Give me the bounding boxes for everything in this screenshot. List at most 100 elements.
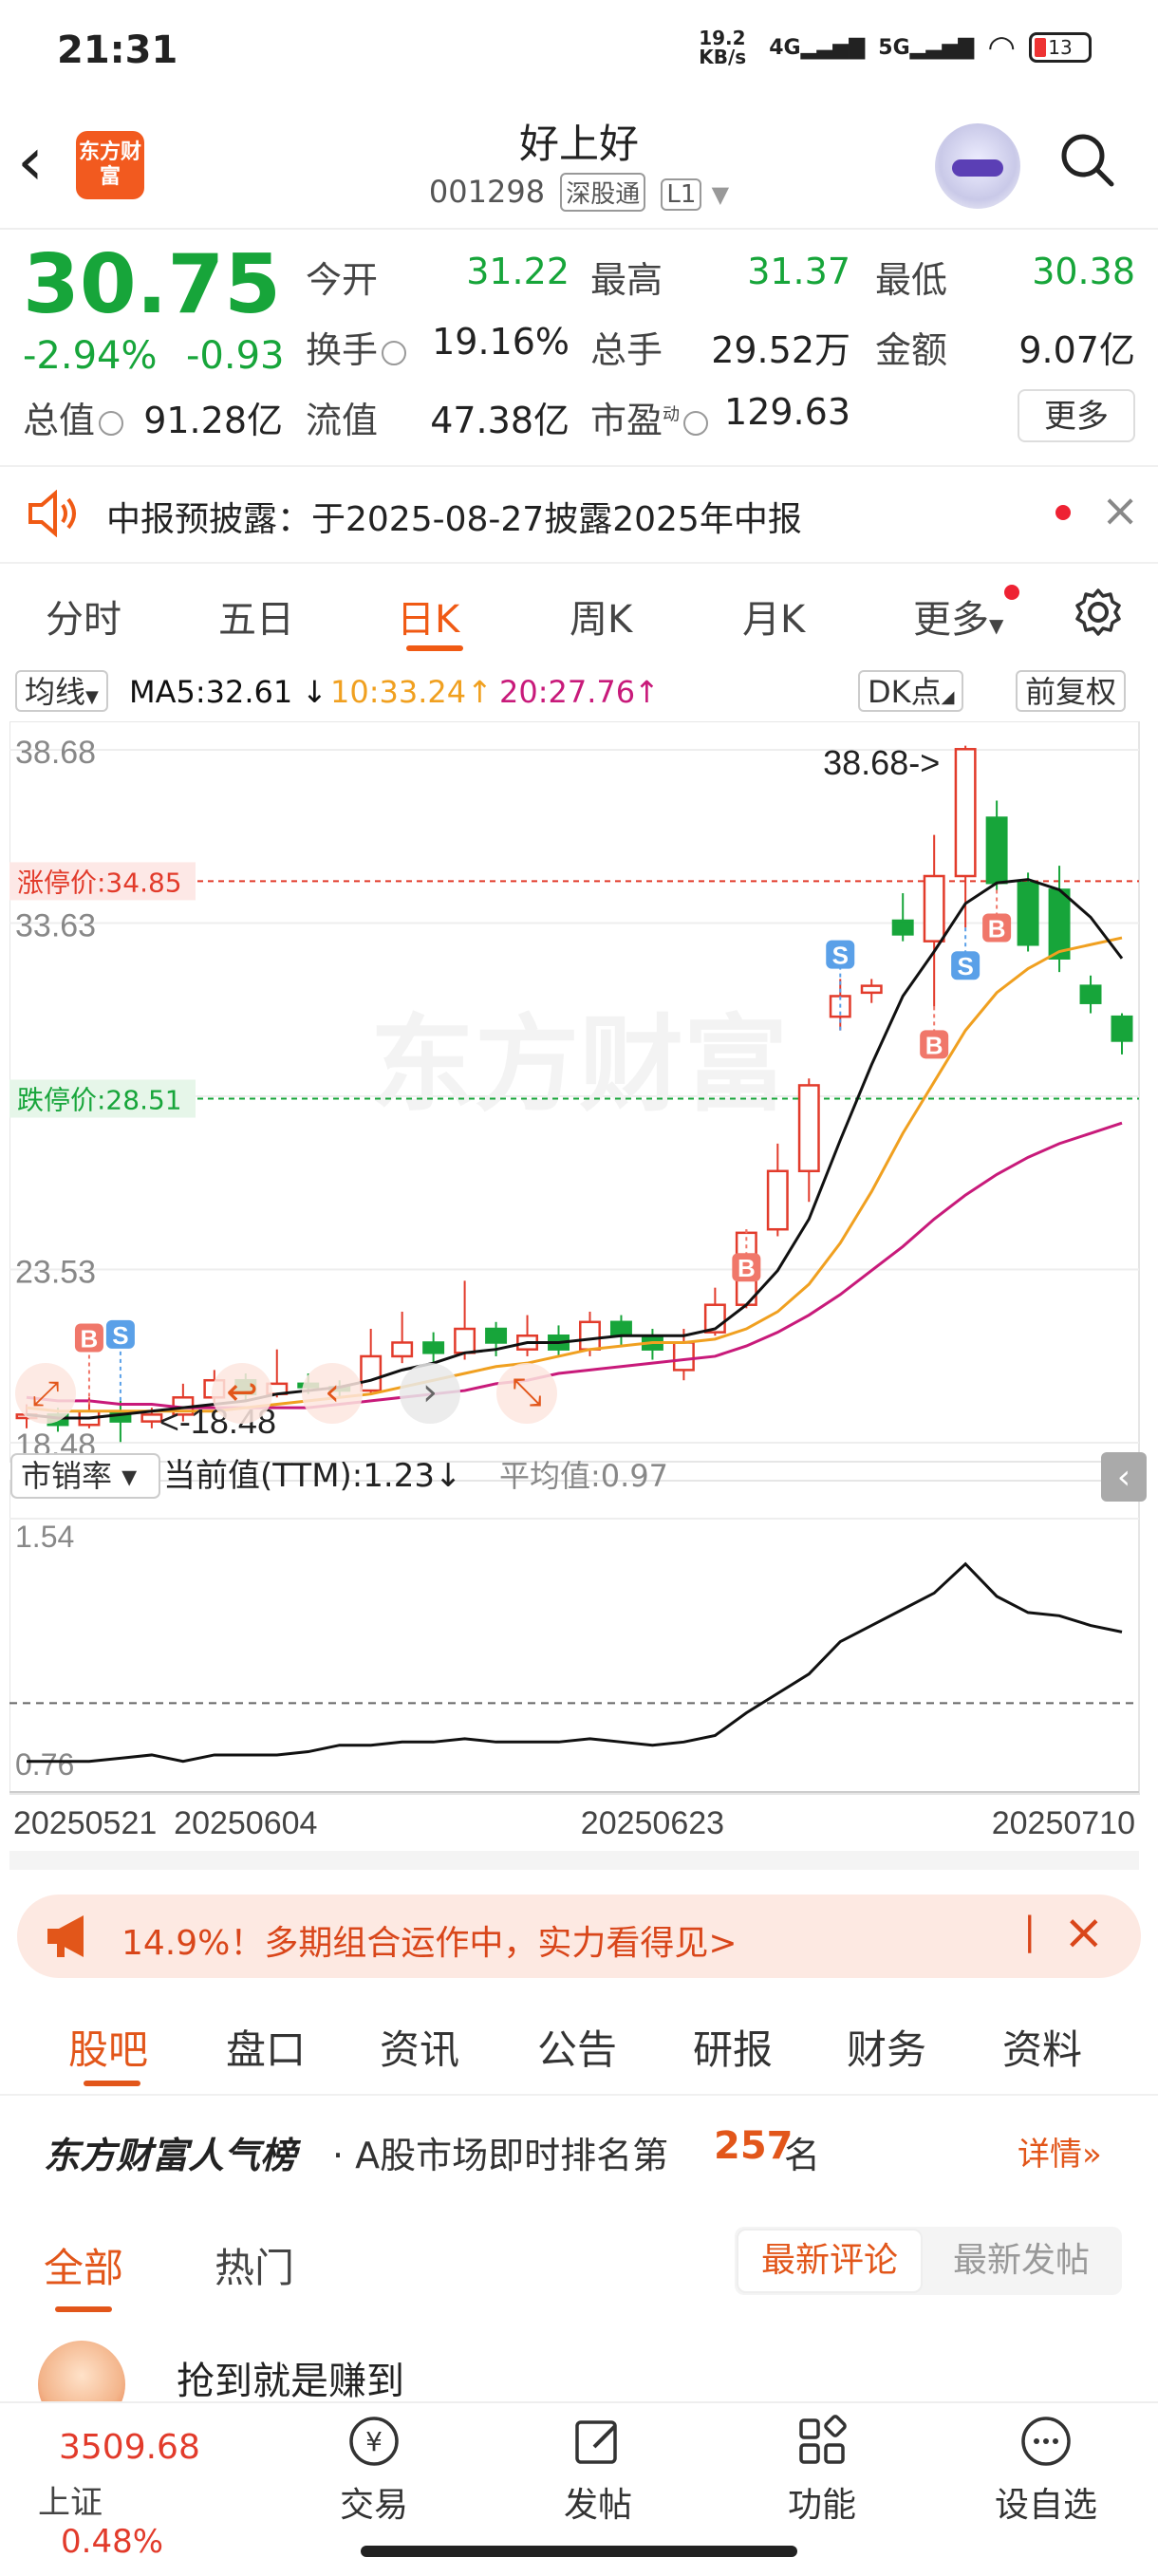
candle-body xyxy=(360,1354,383,1392)
chart-period-tabs: 分时 五日 日K 周K 月K 更多▼ xyxy=(0,569,1158,661)
high-label: 最高 xyxy=(590,259,663,301)
volume-value: 29.52万 xyxy=(711,329,850,371)
info-icon[interactable] xyxy=(382,340,407,365)
search-icon[interactable] xyxy=(1058,131,1115,188)
tab-guba[interactable]: 股吧 xyxy=(68,2018,148,2076)
turnover-value: 19.16% xyxy=(432,321,570,363)
pe-value: 129.63 xyxy=(724,391,850,433)
banner-close-icon[interactable]: × xyxy=(1063,1904,1105,1961)
turnover-label: 换手 xyxy=(306,321,407,373)
ma-selector[interactable]: 均线▼ xyxy=(15,670,108,712)
index-widget[interactable]: 3509.68 上证 0.48% xyxy=(38,2428,228,2561)
notice-dot xyxy=(1055,505,1071,520)
sell-marker-text: S xyxy=(832,942,849,970)
tab-announcement[interactable]: 公告 xyxy=(537,2018,617,2076)
tab-monthly-k[interactable]: 月K xyxy=(742,588,805,644)
undo-icon: ↩ xyxy=(226,1371,258,1414)
candle-body xyxy=(797,1084,820,1173)
grid-icon xyxy=(799,2415,847,2464)
tab-finance[interactable]: 财务 xyxy=(847,2018,926,2076)
ma5-down-arrow-icon: ↓ xyxy=(302,674,327,710)
x-tick-label: 20250623 xyxy=(581,1805,724,1841)
notice-bar[interactable]: 中报预披露：于2025-08-27披露2025年中报 × xyxy=(0,465,1158,564)
buy-marker-text: B xyxy=(925,1031,943,1059)
nav-watchlist[interactable]: 设自选 xyxy=(970,2413,1122,2527)
tab-weekly-k[interactable]: 周K xyxy=(570,588,632,644)
current-price: 30.75 xyxy=(23,237,282,332)
tab-all[interactable]: 全部 xyxy=(44,2236,123,2294)
status-bar: 21:31 19.2 KB/s 4G▂▃▅▇ 5G▂▃▅▇ ◠ 13 xyxy=(0,0,1158,104)
candle-body xyxy=(579,1320,601,1351)
nav-post[interactable]: 发帖 xyxy=(522,2413,674,2527)
tab-pankou[interactable]: 盘口 xyxy=(226,2018,306,2076)
adjust-selector[interactable]: 前复权 xyxy=(1016,670,1127,712)
zoom-icon: ⤢ xyxy=(32,1374,60,1413)
stock-code: 001298 xyxy=(428,174,546,210)
candle-body xyxy=(1048,888,1071,960)
more-quote-button[interactable]: 更多 xyxy=(1018,389,1135,442)
info-icon[interactable] xyxy=(99,410,124,436)
signal-5g-icon: 5G▂▃▅▇ xyxy=(878,35,975,60)
index-value: 3509.68 xyxy=(59,2428,200,2467)
float-value: 47.38亿 xyxy=(430,400,570,441)
change-amount: -0.93 xyxy=(186,334,285,378)
x-tick-label: 20250710 xyxy=(992,1805,1135,1841)
buy-marker-text: B xyxy=(738,1254,756,1282)
dk-point-selector[interactable]: DK点◢ xyxy=(858,670,964,712)
stock-header: ‹ 东方财富 好上好 001298 深股通 L1 ▼ xyxy=(0,104,1158,230)
open-value: 31.22 xyxy=(466,251,570,292)
chevron-left-icon: ‹ xyxy=(325,1371,340,1414)
candle-body xyxy=(609,1320,632,1337)
buy-marker-text: B xyxy=(988,914,1006,943)
ps-average: 平均值:0.97 xyxy=(499,1458,668,1494)
candle-body xyxy=(766,1169,789,1231)
nav-trade[interactable]: ¥ 交易 xyxy=(298,2413,450,2527)
latest-post-button[interactable]: 最新发帖 xyxy=(928,2229,1114,2293)
close-icon[interactable]: × xyxy=(1101,484,1139,537)
robot-assistant-icon[interactable] xyxy=(935,123,1020,209)
volume-label: 总手 xyxy=(590,329,663,371)
candle-body xyxy=(391,1341,414,1358)
tab-hot[interactable]: 热门 xyxy=(215,2236,294,2294)
amount-value: 9.07亿 xyxy=(1018,329,1135,371)
ma10-value: 10:33.24 xyxy=(330,674,467,710)
dropdown-icon[interactable]: ▼ xyxy=(712,181,729,208)
trade-icon: ¥ xyxy=(349,2417,399,2466)
svg-text:¥: ¥ xyxy=(365,2426,383,2457)
settings-gear-icon[interactable] xyxy=(1073,587,1124,638)
latest-comment-button[interactable]: 最新评论 xyxy=(737,2229,923,2293)
fullscreen-icon: ⤡ xyxy=(512,1371,542,1414)
tab-daily-k[interactable]: 日K xyxy=(397,588,459,644)
ps-panel xyxy=(9,1480,1140,1795)
notice-text: 中报预披露：于2025-08-27披露2025年中报 xyxy=(106,500,802,539)
limit-up-label: 涨停价:34.85 xyxy=(17,867,182,898)
tab-research[interactable]: 研报 xyxy=(693,2018,773,2076)
tab-profile[interactable]: 资料 xyxy=(1002,2018,1082,2076)
rank-detail-link[interactable]: 详情» xyxy=(1018,2128,1102,2175)
mktcap-value: 91.28亿 xyxy=(143,400,283,441)
ps-current: 当前值(TTM):1.23↓ xyxy=(163,1457,461,1495)
post-item[interactable]: 抢到就是赚到 xyxy=(0,2325,1158,2428)
sell-marker-text: S xyxy=(957,952,973,980)
active-tab-indicator xyxy=(406,645,463,651)
promo-banner[interactable]: 14.9%！多期组合运作中，实力看得见> | × xyxy=(17,1895,1141,1978)
candle-body xyxy=(923,874,945,943)
stock-chart[interactable]: 38.6833.6328.5823.5318.48东方财富涨停价:34.85跌停… xyxy=(9,721,1149,1879)
tab-news[interactable]: 资讯 xyxy=(380,2018,459,2076)
chevron-right-icon: › xyxy=(422,1371,438,1414)
tab-intraday[interactable]: 分时 xyxy=(46,588,121,644)
nav-function[interactable]: 功能 xyxy=(746,2413,898,2527)
tab-more[interactable]: 更多▼ xyxy=(913,588,1003,644)
rank-brand: 东方财富人气榜 xyxy=(44,2135,297,2176)
tab-five-day[interactable]: 五日 xyxy=(218,588,294,644)
sell-marker-text: S xyxy=(112,1321,128,1350)
rank-number: 257 xyxy=(714,2124,794,2168)
popularity-rank[interactable]: 东方财富人气榜 · A股市场即时排名第 257 名 详情» xyxy=(0,2101,1158,2196)
low-label: 最低 xyxy=(875,259,948,301)
ps-selector: 市销率 ▾ xyxy=(21,1458,137,1494)
active-tab-indicator xyxy=(84,2081,140,2086)
megaphone-icon xyxy=(47,1915,84,1957)
shenzhen-connect-tag: 深股通 xyxy=(560,173,646,212)
battery-icon: 13 xyxy=(1029,32,1092,63)
price-tick-label: 38.68 xyxy=(15,735,96,771)
